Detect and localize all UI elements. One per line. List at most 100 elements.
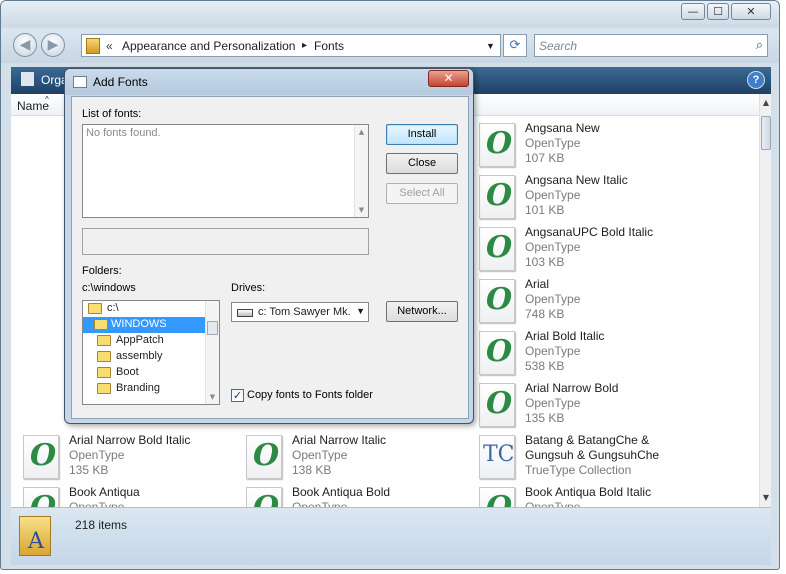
open-folder-icon xyxy=(88,303,102,314)
folder-name: AppPatch xyxy=(116,334,164,346)
list-item[interactable]: TC Batang & BatangChe & Gungsuh & Gungsu… xyxy=(457,431,680,483)
list-item[interactable]: O Arial Narrow Italic OpenType 138 KB xyxy=(234,431,457,483)
search-placeholder: Search xyxy=(539,39,578,53)
font-size: 138 KB xyxy=(292,463,332,477)
close-button[interactable]: Close xyxy=(386,153,458,174)
opentype-icon: O xyxy=(23,435,59,479)
font-name: Batang & BatangChe & xyxy=(525,433,650,447)
font-size: 103 KB xyxy=(525,255,565,269)
item-count: 218 items xyxy=(75,518,128,532)
font-name: Book Antiqua Bold Italic xyxy=(525,485,652,499)
font-name: Arial xyxy=(525,277,550,291)
drive-icon xyxy=(237,309,253,317)
minimize-button[interactable]: — xyxy=(681,3,705,20)
folder-item-assembly[interactable]: assembly xyxy=(83,349,205,365)
font-size: 748 KB xyxy=(525,307,565,321)
fonts-folder-icon xyxy=(86,38,100,54)
folder-name: Boot xyxy=(116,366,139,378)
folder-item-c-root[interactable]: c:\ xyxy=(83,301,205,317)
drives-dropdown[interactable]: c: Tom Sawyer Mk. ▼ xyxy=(231,302,369,322)
search-input[interactable]: Search ⌕ xyxy=(534,34,768,57)
copy-fonts-label[interactable]: Copy fonts to Fonts folder xyxy=(247,389,373,401)
breadcrumb-overflow[interactable]: « xyxy=(106,39,113,53)
scroll-down-icon[interactable]: ▼ xyxy=(355,204,368,216)
fonts-folder-icon: A xyxy=(19,516,51,556)
list-item[interactable]: O Arial Narrow Bold OpenType 135 KB xyxy=(467,379,690,431)
vertical-scrollbar[interactable]: ▲ ▼ xyxy=(759,94,771,507)
install-button[interactable]: Install xyxy=(386,124,458,145)
folder-item-branding[interactable]: Branding xyxy=(83,381,205,397)
font-name: Angsana New Italic xyxy=(525,173,628,187)
opentype-icon: O xyxy=(479,175,515,219)
list-item[interactable]: O Book Antiqua Bold OpenType xyxy=(234,483,457,507)
font-size: 135 KB xyxy=(525,411,565,425)
dialog-app-icon xyxy=(73,76,87,88)
folder-item-windows[interactable]: WINDOWS xyxy=(83,317,205,333)
folder-icon xyxy=(97,383,111,394)
network-button[interactable]: Network... xyxy=(386,301,458,322)
search-icon[interactable]: ⌕ xyxy=(756,37,763,53)
truetype-collection-icon: TC xyxy=(479,435,515,479)
dialog-title: Add Fonts xyxy=(93,75,148,89)
back-button[interactable]: ◀ xyxy=(13,33,37,57)
chevron-down-icon[interactable]: ▼ xyxy=(356,306,365,316)
folder-tree-scrollbar[interactable]: ▼ xyxy=(205,301,219,404)
empty-list-text: No fonts found. xyxy=(86,127,161,139)
organize-icon xyxy=(21,72,34,86)
folder-item-apppatch[interactable]: AppPatch xyxy=(83,333,205,349)
listbox-scrollbar[interactable]: ▲ ▼ xyxy=(354,125,368,217)
dialog-close-icon[interactable]: ✕ xyxy=(428,70,469,87)
opentype-icon: O xyxy=(479,279,515,323)
font-filename-field[interactable] xyxy=(82,228,369,255)
maximize-button[interactable]: ☐ xyxy=(707,3,729,20)
scroll-down-icon[interactable]: ▼ xyxy=(760,491,772,505)
opentype-icon: O xyxy=(479,383,515,427)
list-item[interactable]: O AngsanaUPC Bold Italic OpenType 103 KB xyxy=(467,223,690,275)
list-item[interactable]: O Arial OpenType 748 KB xyxy=(467,275,690,327)
font-name: Book Antiqua Bold xyxy=(292,485,391,499)
opentype-icon: O xyxy=(479,123,515,167)
refresh-button[interactable]: ⟳ xyxy=(503,34,527,57)
window-titlebar: — ☐ ✕ xyxy=(1,1,779,27)
folder-name: Branding xyxy=(116,382,161,394)
drives-label: Drives: xyxy=(231,282,266,294)
list-item[interactable]: O Book Antiqua OpenType xyxy=(11,483,234,507)
select-all-button[interactable]: Select All xyxy=(386,183,458,204)
address-bar[interactable]: « Appearance and Personalization ▸ Fonts… xyxy=(81,34,501,57)
breadcrumb-appearance[interactable]: Appearance and Personalization xyxy=(122,39,295,53)
font-type: OpenType xyxy=(292,500,348,507)
address-dropdown-icon[interactable]: ▼ xyxy=(486,41,495,51)
font-type: OpenType xyxy=(525,344,581,358)
list-item[interactable]: O Angsana New Italic OpenType 101 KB xyxy=(467,171,690,223)
copy-fonts-checkbox[interactable]: ✓ xyxy=(231,389,244,402)
font-type: OpenType xyxy=(69,500,125,507)
scroll-thumb[interactable] xyxy=(761,116,771,150)
list-item[interactable]: O Angsana New OpenType 107 KB xyxy=(467,119,690,171)
scroll-thumb[interactable] xyxy=(207,321,218,335)
list-item[interactable]: O Book Antiqua Bold Italic OpenType xyxy=(467,483,690,507)
font-type: OpenType xyxy=(525,136,581,150)
breadcrumb-fonts[interactable]: Fonts xyxy=(314,39,344,53)
details-pane: A 218 items xyxy=(11,507,771,565)
folder-icon xyxy=(97,351,111,362)
scroll-up-icon[interactable]: ▲ xyxy=(760,96,772,110)
dialog-body: List of fonts: No fonts found. ▲ ▼ Insta… xyxy=(71,96,469,419)
font-listbox[interactable]: No fonts found. ▲ ▼ xyxy=(82,124,369,218)
help-icon[interactable]: ? xyxy=(747,71,765,89)
list-of-fonts-label: List of fonts: xyxy=(82,108,142,120)
list-item[interactable]: O Arial Narrow Bold Italic OpenType 135 … xyxy=(11,431,234,483)
dialog-titlebar: Add Fonts ✕ xyxy=(65,69,473,95)
opentype-icon: O xyxy=(246,487,282,507)
font-size: 135 KB xyxy=(69,463,109,477)
font-name: Arial Narrow Bold xyxy=(525,381,619,395)
window-close-button[interactable]: ✕ xyxy=(731,3,771,20)
folder-tree[interactable]: c:\ WINDOWS AppPatch assembly Boot Brand… xyxy=(82,300,220,405)
scroll-up-icon[interactable]: ▲ xyxy=(355,126,368,138)
list-item[interactable]: O Arial Bold Italic OpenType 538 KB xyxy=(467,327,690,379)
folder-item-boot[interactable]: Boot xyxy=(83,365,205,381)
scroll-down-icon[interactable]: ▼ xyxy=(206,391,219,403)
breadcrumb-separator[interactable]: ▸ xyxy=(302,40,307,51)
forward-button[interactable]: ▶ xyxy=(41,33,65,57)
font-name: Arial Bold Italic xyxy=(525,329,605,343)
font-type: OpenType xyxy=(525,292,581,306)
